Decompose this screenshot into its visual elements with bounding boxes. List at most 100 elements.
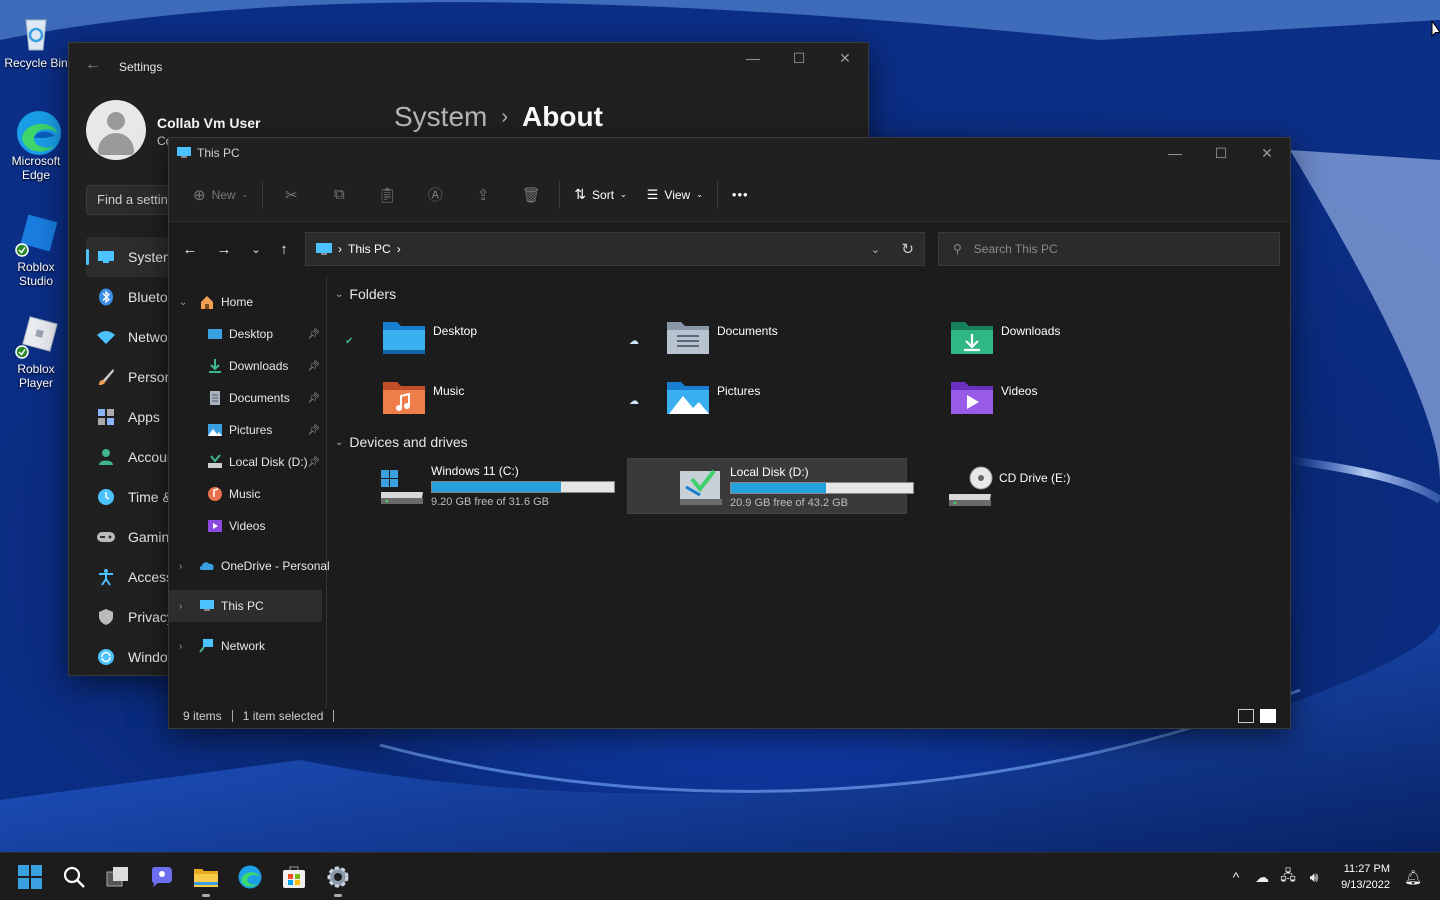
chevron-down-icon: ⌄ [241, 190, 249, 199]
recent-locations-icon[interactable]: ⌄ [241, 234, 271, 264]
desktop-folder-icon [383, 322, 425, 354]
nav-item-system[interactable]: System [86, 237, 176, 277]
folder-pictures[interactable]: ☁ Pictures [613, 376, 883, 428]
sidebar-item-home[interactable]: ⌄ Home [169, 286, 326, 318]
chat-button[interactable] [146, 861, 178, 893]
pin-icon[interactable]: 📌︎ [307, 393, 320, 404]
minimize-button[interactable]: — [730, 43, 776, 73]
nav-item-network[interactable]: Network [86, 317, 176, 357]
rename-icon[interactable]: Ⓐ [421, 179, 449, 211]
status-bar: 9 items 1 item selected [169, 704, 1290, 728]
task-view-button[interactable] [102, 861, 134, 893]
pin-icon[interactable]: 📌︎ [307, 329, 320, 340]
nav-item-accounts[interactable]: Accounts [86, 437, 176, 477]
user-name: Collab Vm User [157, 115, 261, 131]
folder-documents[interactable]: ☁ Documents [613, 316, 883, 368]
close-button[interactable]: ✕ [1244, 138, 1290, 168]
paste-icon[interactable]: 📋︎ [373, 179, 401, 211]
delete-icon[interactable]: 🗑︎ [517, 179, 545, 211]
refresh-icon[interactable]: ↻ [901, 240, 914, 258]
nav-item-apps[interactable]: Apps [86, 397, 176, 437]
address-bar[interactable]: › This PC › ⌄ ↻ [305, 232, 925, 266]
search-button[interactable] [58, 861, 90, 893]
nav-item-personalization[interactable]: Personalization [86, 357, 176, 397]
folder-downloads[interactable]: Downloads [897, 316, 1167, 368]
nav-item-windows-update[interactable]: Windows Update [86, 637, 176, 677]
desktop-icon-edge[interactable]: Microsoft Edge [4, 108, 68, 182]
nav-item-bluetooth[interactable]: Bluetooth [86, 277, 176, 317]
sidebar-item-music[interactable]: Music [169, 478, 326, 510]
folder-music[interactable]: Music [329, 376, 599, 428]
taskbar-apps [14, 861, 354, 897]
chevron-down-icon: ⌄ [179, 296, 188, 308]
large-icons-view-icon[interactable] [1260, 709, 1276, 723]
maximize-button[interactable]: ☐ [1198, 138, 1244, 168]
view-toggle [1238, 709, 1276, 723]
up-icon[interactable]: ↑ [269, 234, 299, 264]
address-dropdown-icon[interactable]: ⌄ [871, 243, 880, 256]
breadcrumb-parent[interactable]: System [394, 101, 487, 133]
breadcrumb: System › About [394, 101, 603, 133]
copy-icon[interactable]: ⧉ [325, 179, 353, 211]
maximize-button[interactable]: ☐ [776, 43, 822, 73]
section-header-folders[interactable]: ⌄ Folders [335, 286, 396, 302]
view-button[interactable]: ☰ View ⌄ [637, 179, 713, 211]
share-icon[interactable]: ⇪ [469, 179, 497, 211]
volume-icon[interactable]: 🔊︎ [1301, 864, 1327, 890]
file-explorer-button[interactable] [190, 861, 222, 897]
address-location[interactable]: This PC [348, 242, 391, 256]
new-button[interactable]: ⊕ New ⌄ [183, 179, 258, 211]
minimize-button[interactable]: — [1152, 138, 1198, 168]
chevron-down-icon: ⌄ [620, 190, 627, 199]
sidebar-item-this-pc[interactable]: › This PC [169, 590, 322, 622]
search-input[interactable]: ⚲ Search This PC [938, 232, 1280, 266]
sidebar-label: Network [221, 639, 266, 653]
clock[interactable]: 11:27 PM 9/13/2022 [1341, 861, 1390, 893]
folder-videos[interactable]: Videos [897, 376, 1167, 428]
start-button[interactable] [14, 861, 46, 893]
forward-icon[interactable]: → [209, 234, 239, 264]
notification-icon[interactable]: 🔔︎ [1400, 864, 1426, 890]
network-icon[interactable]: 🖧︎ [1275, 864, 1301, 890]
sidebar-label: Videos [229, 519, 266, 533]
nav-item-time-language[interactable]: Time & language [86, 477, 176, 517]
edge-button[interactable] [234, 861, 266, 893]
store-button[interactable] [278, 861, 310, 893]
back-arrow-icon[interactable]: ← [85, 56, 101, 74]
sidebar-item-desktop[interactable]: Desktop 📌︎ [169, 318, 326, 350]
drive-c[interactable]: Windows 11 (C:) 9.20 GB free of 31.6 GB [329, 458, 615, 514]
sidebar-item-videos[interactable]: Videos [169, 510, 326, 542]
drive-e[interactable]: CD Drive (E:) [897, 458, 1177, 514]
nav-item-gaming[interactable]: Gaming [86, 517, 176, 557]
pin-icon[interactable]: 📌︎ [307, 457, 320, 468]
settings-button[interactable] [322, 861, 354, 897]
sidebar-item-local-disk-d[interactable]: Local Disk (D:) 📌︎ [169, 446, 326, 478]
settings-nav: System Bluetooth Network Personalization… [86, 237, 176, 677]
pin-icon[interactable]: 📌︎ [307, 425, 320, 436]
details-view-icon[interactable] [1238, 709, 1254, 723]
sidebar-item-documents[interactable]: Documents 📌︎ [169, 382, 326, 414]
pin-icon[interactable]: 📌︎ [307, 361, 320, 372]
sidebar-item-pictures[interactable]: Pictures 📌︎ [169, 414, 326, 446]
sort-icon: ⇅ [574, 186, 587, 202]
sidebar-item-onedrive[interactable]: › OneDrive - Personal [169, 550, 330, 582]
sidebar-item-network[interactable]: › Network [169, 630, 326, 662]
folder-desktop[interactable]: ✔ Desktop [329, 316, 599, 368]
nav-item-privacy[interactable]: Privacy & security [86, 597, 176, 637]
desktop-icon-roblox-player[interactable]: Roblox Player [4, 316, 68, 390]
avatar[interactable] [86, 100, 146, 160]
sort-button[interactable]: ⇅ Sort ⌄ [564, 179, 636, 211]
nav-item-accessibility[interactable]: Accessibility [86, 557, 176, 597]
page-title: About [522, 101, 603, 132]
sidebar-item-downloads[interactable]: Downloads 📌︎ [169, 350, 326, 382]
onedrive-icon[interactable]: ☁ [1249, 864, 1275, 890]
section-header-devices[interactable]: ⌄ Devices and drives [335, 434, 468, 450]
drive-d[interactable]: Local Disk (D:) 20.9 GB free of 43.2 GB [627, 458, 914, 514]
show-hidden-icons-chevron-up-icon[interactable]: ^ [1223, 864, 1249, 890]
more-options-button[interactable]: ••• [722, 179, 759, 211]
desktop-icon-roblox-studio[interactable]: Roblox Studio [4, 214, 68, 288]
close-button[interactable]: ✕ [822, 43, 868, 73]
cut-icon[interactable]: ✂ [277, 179, 305, 211]
desktop-icon-recycle-bin[interactable]: Recycle Bin [4, 10, 68, 70]
back-icon[interactable]: ← [175, 234, 205, 264]
